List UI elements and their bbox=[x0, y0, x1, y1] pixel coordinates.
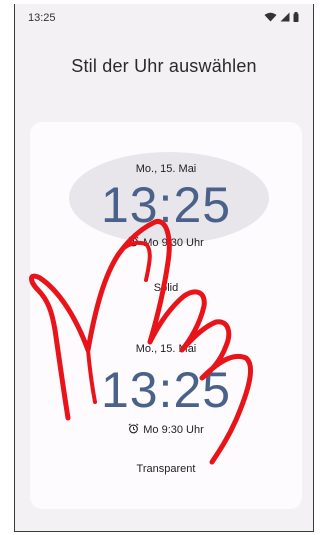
clock-date: Mo., 15. Mai bbox=[135, 163, 197, 175]
page-title: Stil der Uhr auswählen bbox=[71, 56, 257, 76]
alarm-text: Mo 9:30 Uhr bbox=[143, 424, 204, 436]
clock-date: Mo., 15. Mai bbox=[135, 343, 197, 355]
clock-time: 13:25 bbox=[100, 177, 232, 233]
phone-screen: 13:25 Stil der Uhr auswählen Mo., 15. Ma… bbox=[14, 4, 314, 532]
alarm-row: Mo 9:30 Uhr bbox=[30, 423, 302, 437]
alarm-text: Mo 9:30 Uhr bbox=[143, 237, 204, 249]
option-label-transparent: Transparent bbox=[136, 463, 196, 475]
status-time: 13:25 bbox=[28, 12, 56, 24]
alarm-clock-icon bbox=[128, 236, 139, 250]
battery-icon bbox=[293, 12, 299, 22]
clock-option-solid[interactable]: Mo., 15. Mai 13:25 Mo 9:30 Uhr Solid bbox=[30, 122, 302, 297]
clock-option-transparent[interactable]: Mo., 15. Mai 13:25 Mo 9:30 Uhr Transpare… bbox=[30, 297, 302, 509]
signal-icon bbox=[280, 12, 290, 22]
alarm-row: Mo 9:30 Uhr bbox=[30, 236, 302, 250]
clock-style-card: Mo., 15. Mai 13:25 Mo 9:30 Uhr Solid Mo.… bbox=[30, 122, 302, 509]
option-label-solid: Solid bbox=[153, 282, 179, 294]
clock-time: 13:25 bbox=[100, 362, 232, 418]
wifi-icon bbox=[264, 12, 277, 22]
status-icons bbox=[264, 12, 299, 22]
alarm-clock-icon bbox=[128, 423, 139, 437]
status-bar: 13:25 bbox=[15, 4, 313, 30]
